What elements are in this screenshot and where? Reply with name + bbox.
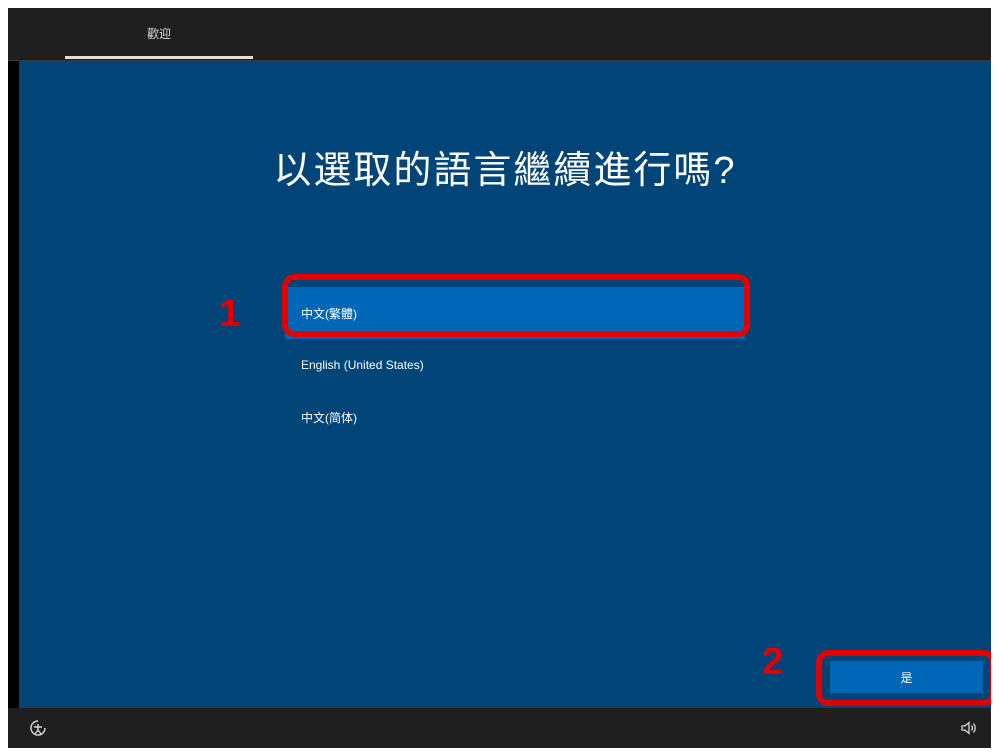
language-item-english-us[interactable]: English (United States) — [285, 339, 745, 391]
language-item-simplified-chinese[interactable]: 中文(简体) — [285, 391, 745, 443]
language-item-traditional-chinese[interactable]: 中文(繁體) — [285, 287, 745, 339]
tab-welcome-label: 歡迎 — [146, 26, 171, 41]
volume-icon[interactable] — [959, 718, 979, 738]
language-item-label: 中文(繁體) — [301, 306, 357, 321]
bottom-bar — [8, 708, 991, 748]
page-title: 以選取的語言繼續進行嗎? — [273, 150, 737, 192]
language-item-label: English (United States) — [301, 358, 424, 372]
tab-welcome[interactable]: 歡迎 — [65, 8, 253, 59]
tab-active-indicator — [65, 56, 253, 59]
annotation-step-2: 2 — [762, 641, 784, 683]
ease-of-access-icon[interactable] — [28, 718, 48, 738]
language-list: 中文(繁體) English (United States) 中文(简体) — [285, 287, 745, 443]
oobe-window: 歡迎 以選取的語言繼續進行嗎? 中文(繁體) English (United S… — [8, 8, 991, 748]
top-bar: 歡迎 — [8, 8, 991, 61]
annotation-step-1: 1 — [219, 293, 241, 335]
main-panel: 以選取的語言繼續進行嗎? 中文(繁體) English (United Stat… — [19, 61, 991, 708]
yes-button[interactable]: 是 — [830, 661, 983, 693]
language-item-label: 中文(简体) — [301, 410, 357, 425]
